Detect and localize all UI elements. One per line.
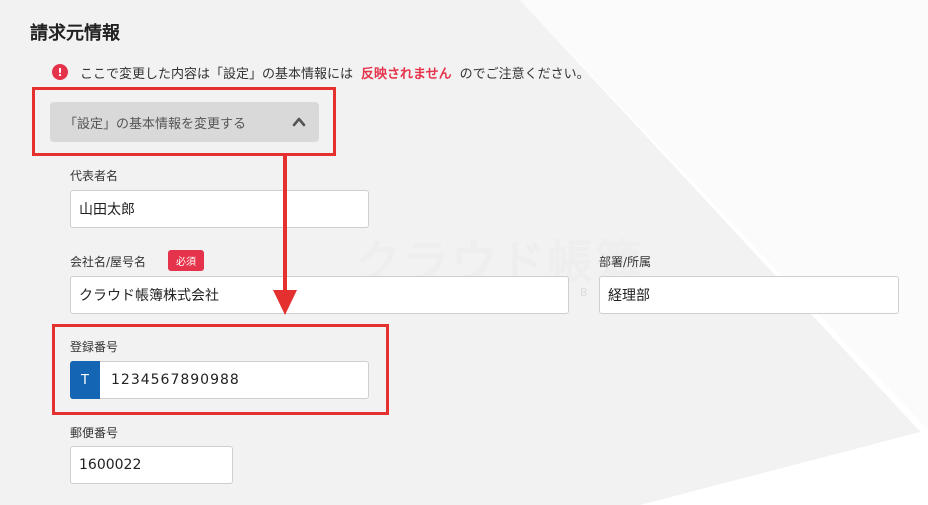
toggle-label: 「設定」の基本情報を変更する (64, 116, 247, 132)
notice-message: ! ここで変更した内容は「設定」の基本情報には 反映されません のでご注意くださ… (52, 62, 590, 82)
registration-label: 登録番号 (70, 340, 119, 354)
required-badge: 必須 (168, 250, 204, 271)
postal-code-input[interactable]: 1600022 (70, 446, 233, 484)
registration-prefix: T (70, 361, 100, 399)
representative-input[interactable]: 山田太郎 (70, 190, 369, 228)
page-title: 請求元情報 (30, 23, 120, 44)
notice-suffix: のでご注意ください。 (459, 66, 590, 82)
edit-settings-toggle-button[interactable]: 「設定」の基本情報を変更する (50, 102, 319, 142)
registration-number-input[interactable]: 1234567890988 (70, 361, 369, 399)
postal-label: 郵便番号 (70, 426, 119, 440)
department-input[interactable]: 経理部 (599, 276, 899, 314)
watermark-small: B (580, 286, 588, 299)
chevron-up-icon (292, 117, 306, 127)
company-label: 会社名/屋号名 (70, 255, 147, 269)
company-name-input[interactable]: クラウド帳簿株式会社 (70, 276, 569, 314)
representative-label: 代表者名 (70, 169, 119, 183)
alert-circle-icon: ! (52, 64, 68, 80)
department-label: 部署/所属 (599, 255, 652, 269)
notice-prefix: ここで変更した内容は「設定」の基本情報には (80, 66, 354, 82)
notice-emphasis: 反映されません (361, 66, 452, 82)
